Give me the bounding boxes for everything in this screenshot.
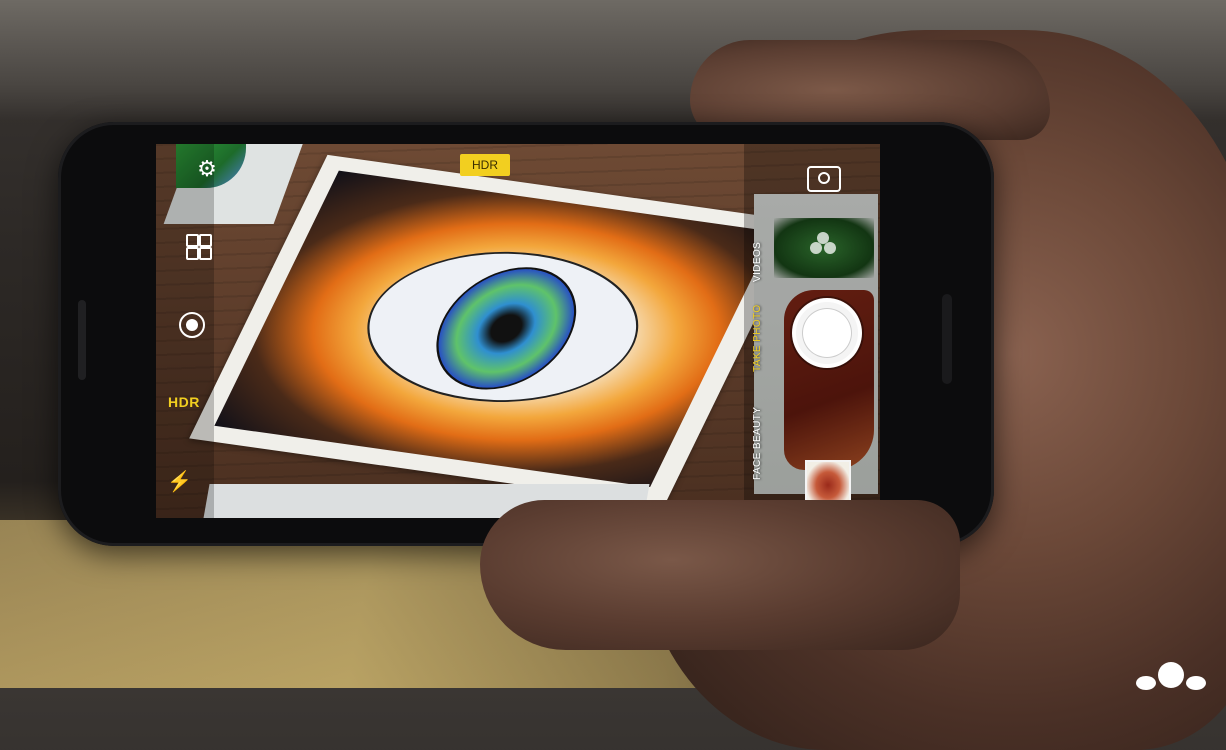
eye-iris-globe (413, 259, 600, 398)
phone-speaker (78, 300, 86, 380)
flash-off-icon[interactable]: ⚡ (167, 470, 192, 494)
switch-camera-icon[interactable] (807, 166, 841, 192)
filters-icon[interactable] (810, 232, 836, 258)
shutter-inner (802, 308, 852, 358)
live-record-icon[interactable] (179, 312, 205, 338)
grid-icon[interactable] (186, 234, 212, 260)
mode-videos[interactable]: VIDEOS (752, 242, 763, 282)
mode-face-beauty[interactable]: FACE BEAUTY (752, 407, 763, 480)
gear-icon[interactable]: ⚙ (194, 156, 220, 182)
smartphone: HDR ⚙ HDR ⚡ VIDEOS TAKE PHOTO FACE BEAUT… (58, 122, 994, 546)
camera-viewfinder[interactable]: HDR ⚙ HDR ⚡ VIDEOS TAKE PHOTO FACE BEAUT… (156, 144, 880, 518)
camera-mode-list: VIDEOS TAKE PHOTO FACE BEAUTY (752, 232, 774, 492)
eye-white (336, 235, 670, 419)
phone-home-button (942, 294, 952, 384)
hdr-toggle[interactable]: HDR (168, 394, 200, 410)
thumb (480, 500, 960, 650)
watermark-logo (1136, 662, 1206, 690)
shutter-button[interactable] (792, 298, 862, 368)
hdr-badge[interactable]: HDR (460, 154, 510, 176)
painting-background (214, 170, 775, 487)
mode-take-photo[interactable]: TAKE PHOTO (752, 304, 763, 372)
